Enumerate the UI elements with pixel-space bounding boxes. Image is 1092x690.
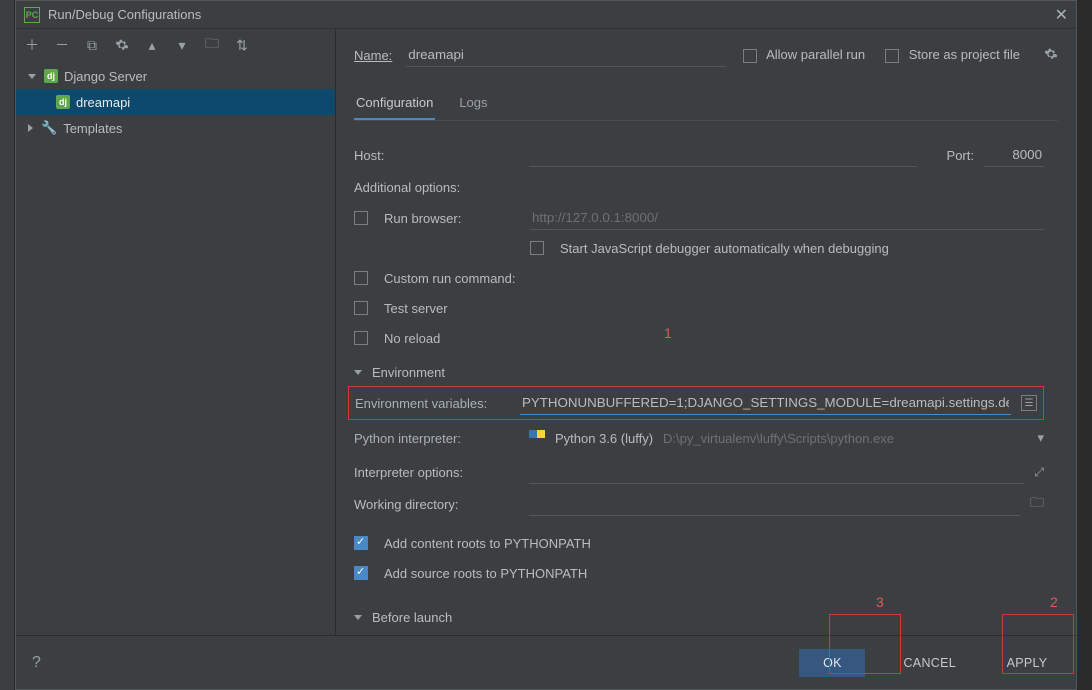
no-reload-label: No reload: [384, 331, 440, 346]
expand-icon[interactable]: ⤢: [1034, 465, 1044, 480]
add-source-roots-label: Add source roots to PYTHONPATH: [384, 566, 587, 581]
checkbox-icon: [885, 49, 899, 63]
tree-dreamapi[interactable]: dj dreamapi: [16, 89, 335, 115]
env-vars-row: Environment variables: ☰: [348, 386, 1044, 420]
tree-templates[interactable]: 🔧 Templates: [16, 115, 335, 141]
main-panel: Name: Allow parallel run Store as projec…: [336, 29, 1076, 635]
run-browser-label: Run browser:: [384, 211, 520, 226]
interpreter-options-input[interactable]: [529, 460, 1024, 484]
checkbox-icon[interactable]: [354, 331, 368, 345]
config-tree: dj Django Server dj dreamapi 🔧 Templates: [16, 61, 335, 635]
sidebar: ＋ － ⧉ ▴ ▾ 🗀 ⇅ dj Django Server dj: [16, 29, 336, 635]
help-icon[interactable]: ?: [32, 654, 41, 672]
wrench-icon: 🔧: [41, 120, 57, 136]
add-content-roots-label: Add content roots to PYTHONPATH: [384, 536, 591, 551]
tree-label: Templates: [63, 121, 122, 136]
checkbox-icon[interactable]: [354, 566, 368, 580]
env-vars-label: Environment variables:: [355, 396, 510, 411]
checkbox-icon[interactable]: [354, 301, 368, 315]
checkbox-icon[interactable]: [354, 536, 368, 550]
copy-icon[interactable]: ⧉: [84, 37, 100, 53]
app-icon: PC: [24, 7, 40, 23]
save-config-icon[interactable]: [114, 37, 130, 53]
down-icon[interactable]: ▾: [174, 37, 190, 53]
remove-icon[interactable]: －: [54, 37, 70, 53]
tabs: Configuration Logs: [354, 89, 1058, 121]
allow-parallel-run[interactable]: Allow parallel run: [743, 47, 865, 63]
python-icon: [529, 430, 545, 446]
add-icon[interactable]: ＋: [24, 37, 40, 53]
run-debug-dialog: PC Run/Debug Configurations ✕ ＋ － ⧉ ▴ ▾ …: [15, 0, 1077, 690]
django-icon: dj: [44, 69, 58, 83]
apply-button[interactable]: APPLY: [994, 649, 1060, 677]
checkbox-icon[interactable]: [530, 241, 544, 255]
folder-icon[interactable]: 🗀: [1030, 492, 1044, 516]
tab-configuration[interactable]: Configuration: [354, 89, 435, 120]
environment-section[interactable]: Environment: [354, 365, 1044, 380]
start-js-debugger-label: Start JavaScript debugger automatically …: [560, 241, 889, 256]
additional-options-label: Additional options:: [354, 180, 519, 195]
port-input[interactable]: [984, 143, 1044, 167]
chevron-down-icon: [28, 74, 36, 79]
close-icon[interactable]: ✕: [1055, 5, 1068, 25]
tree-django-server[interactable]: dj Django Server: [16, 63, 335, 89]
interpreter-path: D:\py_virtualenv\luffy\Scripts\python.ex…: [663, 431, 894, 446]
checkbox-icon[interactable]: [354, 271, 368, 285]
before-launch-section[interactable]: Before launch: [354, 610, 1044, 625]
chevron-down-icon: [354, 615, 362, 620]
name-input[interactable]: [406, 43, 726, 67]
working-dir-input[interactable]: [529, 492, 1020, 516]
tab-logs[interactable]: Logs: [457, 89, 489, 120]
python-interpreter-label: Python interpreter:: [354, 431, 519, 446]
folder-icon[interactable]: 🗀: [204, 37, 220, 53]
chevron-right-icon: [28, 124, 33, 132]
gear-icon[interactable]: [1044, 47, 1058, 64]
django-icon: dj: [56, 95, 70, 109]
titlebar: PC Run/Debug Configurations ✕: [16, 1, 1076, 29]
checkbox-icon[interactable]: [354, 211, 368, 225]
working-dir-label: Working directory:: [354, 497, 519, 512]
annotation-2: 2: [1050, 594, 1058, 610]
store-as-project-file[interactable]: Store as project file: [885, 47, 1020, 63]
cancel-button[interactable]: CANCEL: [891, 649, 968, 677]
ide-gutter: [0, 0, 15, 690]
env-vars-edit-icon[interactable]: ☰: [1021, 395, 1037, 411]
ok-button[interactable]: OK: [799, 649, 865, 677]
interpreter-options-label: Interpreter options:: [354, 465, 519, 480]
annotation-3: 3: [876, 594, 884, 610]
name-label: Name:: [354, 48, 392, 63]
up-icon[interactable]: ▴: [144, 37, 160, 53]
custom-run-command-label: Custom run command:: [384, 271, 516, 286]
tree-label: dreamapi: [76, 95, 130, 110]
sort-icon[interactable]: ⇅: [234, 37, 250, 53]
checkbox-icon: [743, 49, 757, 63]
run-browser-input[interactable]: [530, 206, 1044, 230]
window-title: Run/Debug Configurations: [48, 7, 1055, 22]
chevron-down-icon[interactable]: ▾: [1037, 430, 1044, 446]
chevron-down-icon: [354, 370, 362, 375]
sidebar-toolbar: ＋ － ⧉ ▴ ▾ 🗀 ⇅: [16, 29, 335, 61]
env-vars-input[interactable]: [520, 391, 1011, 415]
port-label: Port:: [947, 148, 974, 163]
test-server-label: Test server: [384, 301, 448, 316]
host-input[interactable]: [529, 143, 917, 167]
host-label: Host:: [354, 148, 519, 163]
annotation-1: 1: [664, 325, 672, 341]
tree-label: Django Server: [64, 69, 147, 84]
dialog-footer: ? OK CANCEL APPLY: [16, 635, 1076, 689]
interpreter-name: Python 3.6 (luffy): [555, 431, 653, 446]
config-form: Host: Port: Additional options: Run brow…: [354, 135, 1058, 631]
